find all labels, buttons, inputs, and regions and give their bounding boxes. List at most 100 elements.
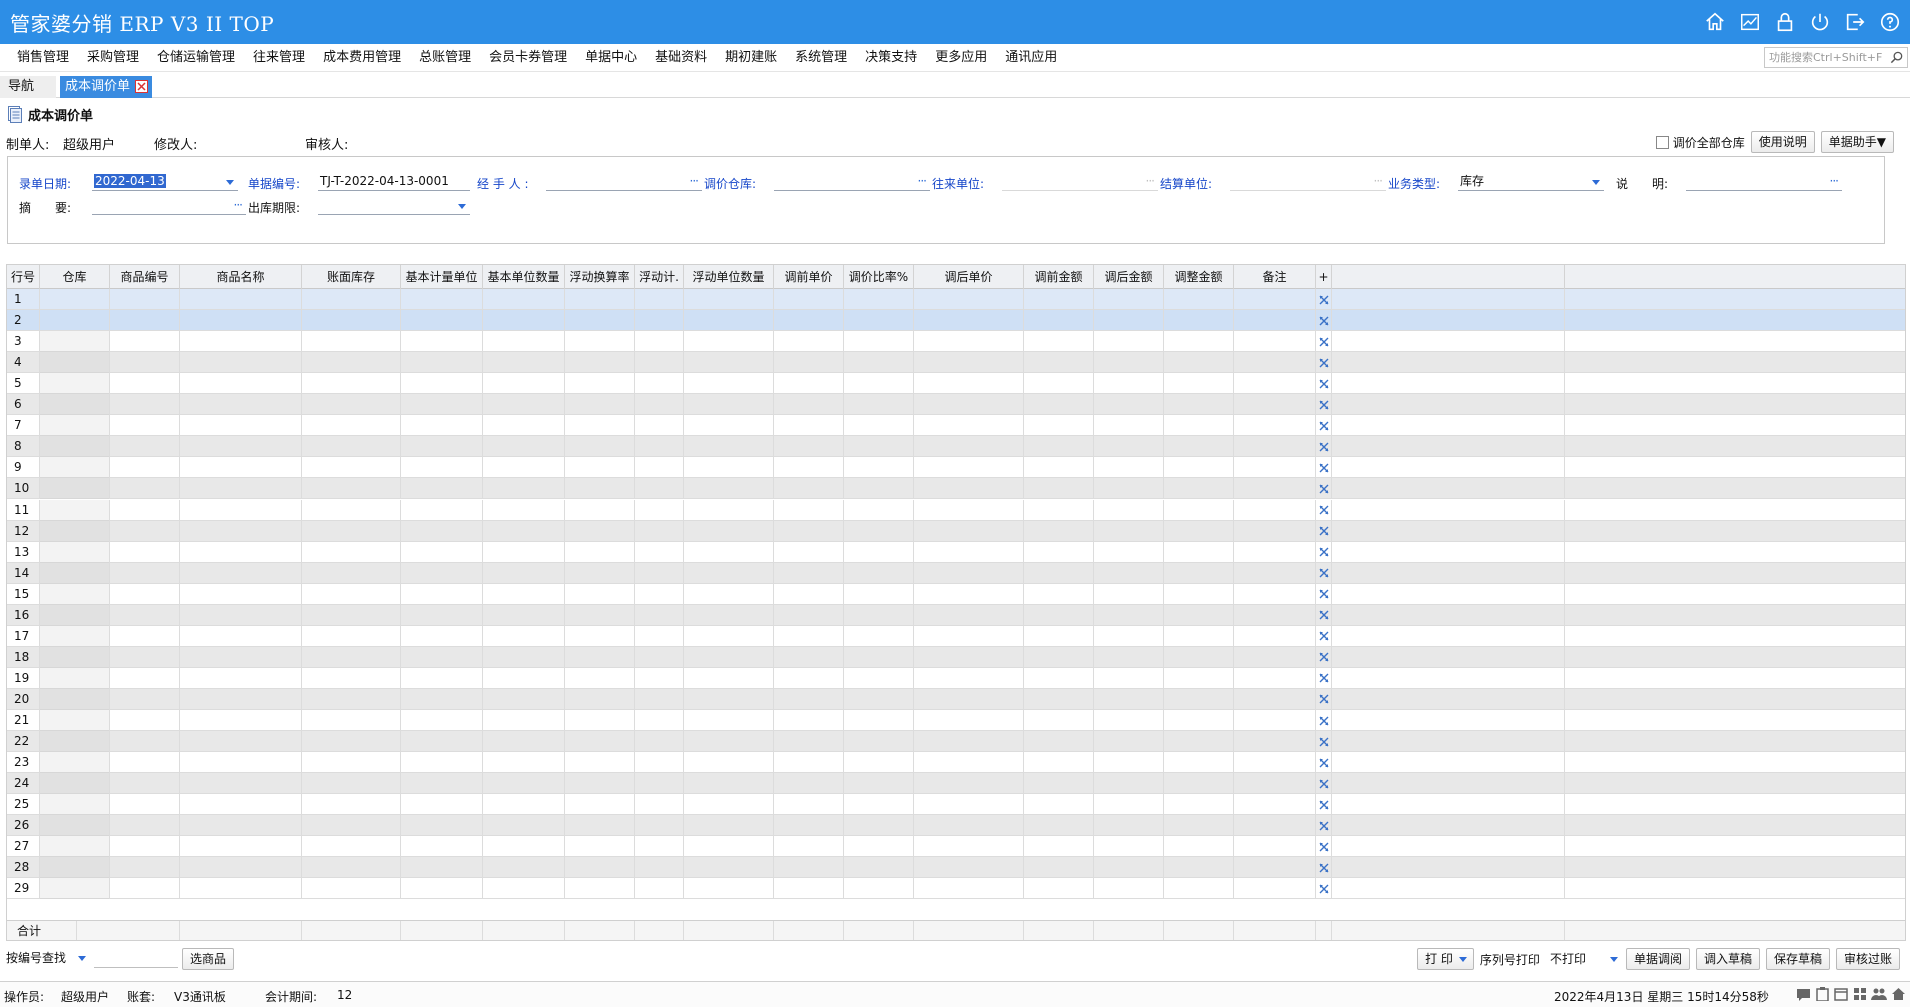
grid-cell[interactable] bbox=[635, 289, 684, 310]
grid-cell[interactable] bbox=[483, 667, 565, 689]
grid-cell[interactable] bbox=[110, 289, 180, 310]
delete-row-icon[interactable] bbox=[1316, 520, 1332, 542]
print-button[interactable]: 打 印 bbox=[1417, 948, 1474, 970]
grid-cell[interactable] bbox=[1164, 688, 1234, 710]
delete-row-icon[interactable] bbox=[1316, 752, 1332, 774]
grid-cell[interactable] bbox=[1164, 752, 1234, 774]
period-select[interactable] bbox=[318, 196, 470, 215]
grid-cell[interactable] bbox=[401, 667, 483, 689]
grid-cell[interactable] bbox=[684, 667, 774, 689]
ellipsis-icon[interactable]: ··· bbox=[690, 172, 700, 190]
grid-cell[interactable] bbox=[40, 646, 110, 668]
grid-cell[interactable] bbox=[774, 331, 844, 353]
grid-cell[interactable] bbox=[914, 394, 1024, 416]
grid-cell[interactable] bbox=[1094, 436, 1164, 458]
grid-cell[interactable] bbox=[110, 373, 180, 395]
grid-cell[interactable] bbox=[483, 457, 565, 479]
menu-item[interactable]: 会员卡券管理 bbox=[480, 44, 576, 72]
grid-cell[interactable] bbox=[1024, 520, 1094, 542]
grid-cell[interactable] bbox=[844, 710, 914, 731]
grid-cell[interactable] bbox=[1234, 773, 1316, 795]
grid-cell[interactable] bbox=[635, 815, 684, 837]
grid-cell[interactable] bbox=[565, 688, 635, 710]
grid-cell[interactable] bbox=[565, 731, 635, 753]
grid-cell[interactable] bbox=[684, 457, 774, 479]
grid-cell[interactable] bbox=[302, 583, 401, 605]
grid-cell[interactable] bbox=[1094, 562, 1164, 584]
grid-cell[interactable] bbox=[1024, 731, 1094, 753]
grid-cell[interactable] bbox=[1094, 625, 1164, 647]
delete-row-icon[interactable] bbox=[1316, 457, 1332, 479]
grid-cell[interactable] bbox=[914, 436, 1024, 458]
grid-cell[interactable] bbox=[1234, 499, 1316, 521]
grid-cell[interactable] bbox=[401, 815, 483, 837]
menu-item[interactable]: 基础资料 bbox=[646, 44, 716, 72]
grid-cell[interactable] bbox=[1024, 773, 1094, 795]
grid-cell[interactable] bbox=[483, 289, 565, 310]
grid-cell[interactable] bbox=[40, 836, 110, 858]
grid-cell[interactable] bbox=[1164, 478, 1234, 500]
grid-cell[interactable] bbox=[635, 646, 684, 668]
grid-cell[interactable] bbox=[1234, 646, 1316, 668]
grid-cell[interactable] bbox=[302, 520, 401, 542]
save-draft-button[interactable]: 保存草稿 bbox=[1765, 948, 1830, 970]
grid-cell[interactable] bbox=[565, 752, 635, 774]
grid-cell[interactable] bbox=[774, 604, 844, 626]
grid-cell[interactable] bbox=[684, 815, 774, 837]
grid-cell[interactable] bbox=[180, 352, 302, 374]
grid-cell[interactable] bbox=[844, 878, 914, 900]
table-row[interactable]: 10 bbox=[7, 478, 1905, 500]
grid-cell[interactable] bbox=[1234, 815, 1316, 837]
grid-cell[interactable] bbox=[401, 352, 483, 374]
grid-cell[interactable] bbox=[1094, 878, 1164, 900]
tab-navigation[interactable]: 导航 bbox=[0, 76, 56, 98]
grid-cell[interactable] bbox=[1094, 541, 1164, 563]
grid-cell[interactable] bbox=[1164, 583, 1234, 605]
grid-cell[interactable] bbox=[302, 815, 401, 837]
grid-cell[interactable] bbox=[302, 625, 401, 647]
history-button[interactable]: 单据调阅 bbox=[1625, 948, 1690, 970]
grid-cell[interactable] bbox=[483, 752, 565, 774]
delete-row-icon[interactable] bbox=[1316, 646, 1332, 668]
menu-item[interactable]: 单据中心 bbox=[576, 44, 646, 72]
table-row[interactable]: 11 bbox=[7, 499, 1905, 521]
grid-cell[interactable] bbox=[565, 310, 635, 332]
grid-cell[interactable] bbox=[1164, 562, 1234, 584]
grid-cell[interactable] bbox=[635, 836, 684, 858]
grid-cell[interactable] bbox=[180, 731, 302, 753]
summary-field[interactable]: ··· bbox=[92, 196, 246, 215]
ellipsis-icon[interactable]: ··· bbox=[234, 196, 244, 214]
grid-cell[interactable] bbox=[483, 373, 565, 395]
grid-cell[interactable] bbox=[40, 604, 110, 626]
grid-cell[interactable] bbox=[844, 478, 914, 500]
menu-item[interactable]: 总账管理 bbox=[410, 44, 480, 72]
grid-cell[interactable] bbox=[401, 752, 483, 774]
grid-cell[interactable] bbox=[1234, 520, 1316, 542]
grid-cell[interactable] bbox=[1024, 541, 1094, 563]
grid-cell[interactable] bbox=[774, 878, 844, 900]
grid-cell[interactable] bbox=[483, 646, 565, 668]
grid-cell[interactable] bbox=[565, 667, 635, 689]
grid-cell[interactable] bbox=[40, 562, 110, 584]
grid-cell[interactable] bbox=[401, 457, 483, 479]
table-row[interactable]: 9 bbox=[7, 457, 1905, 479]
grid-cell[interactable] bbox=[1234, 667, 1316, 689]
grid-cell[interactable] bbox=[110, 352, 180, 374]
chevron-down-icon[interactable] bbox=[1609, 957, 1618, 962]
grid-cell[interactable] bbox=[914, 352, 1024, 374]
clipboard-icon[interactable] bbox=[1814, 987, 1830, 1001]
grid-cell[interactable] bbox=[483, 478, 565, 500]
grid-cell[interactable] bbox=[635, 541, 684, 563]
grid-cell[interactable] bbox=[180, 478, 302, 500]
serial-print-select[interactable]: 不打印 bbox=[1546, 949, 1620, 969]
grid-cell[interactable] bbox=[844, 667, 914, 689]
grid-cell[interactable] bbox=[302, 794, 401, 816]
grid-cell[interactable] bbox=[1164, 457, 1234, 479]
grid-cell[interactable] bbox=[302, 331, 401, 353]
grid-cell[interactable] bbox=[914, 499, 1024, 521]
grid-cell[interactable] bbox=[684, 436, 774, 458]
grid-cell[interactable] bbox=[110, 394, 180, 416]
grid-cell[interactable] bbox=[401, 878, 483, 900]
grid-cell[interactable] bbox=[565, 352, 635, 374]
menu-item[interactable]: 往来管理 bbox=[244, 44, 314, 72]
